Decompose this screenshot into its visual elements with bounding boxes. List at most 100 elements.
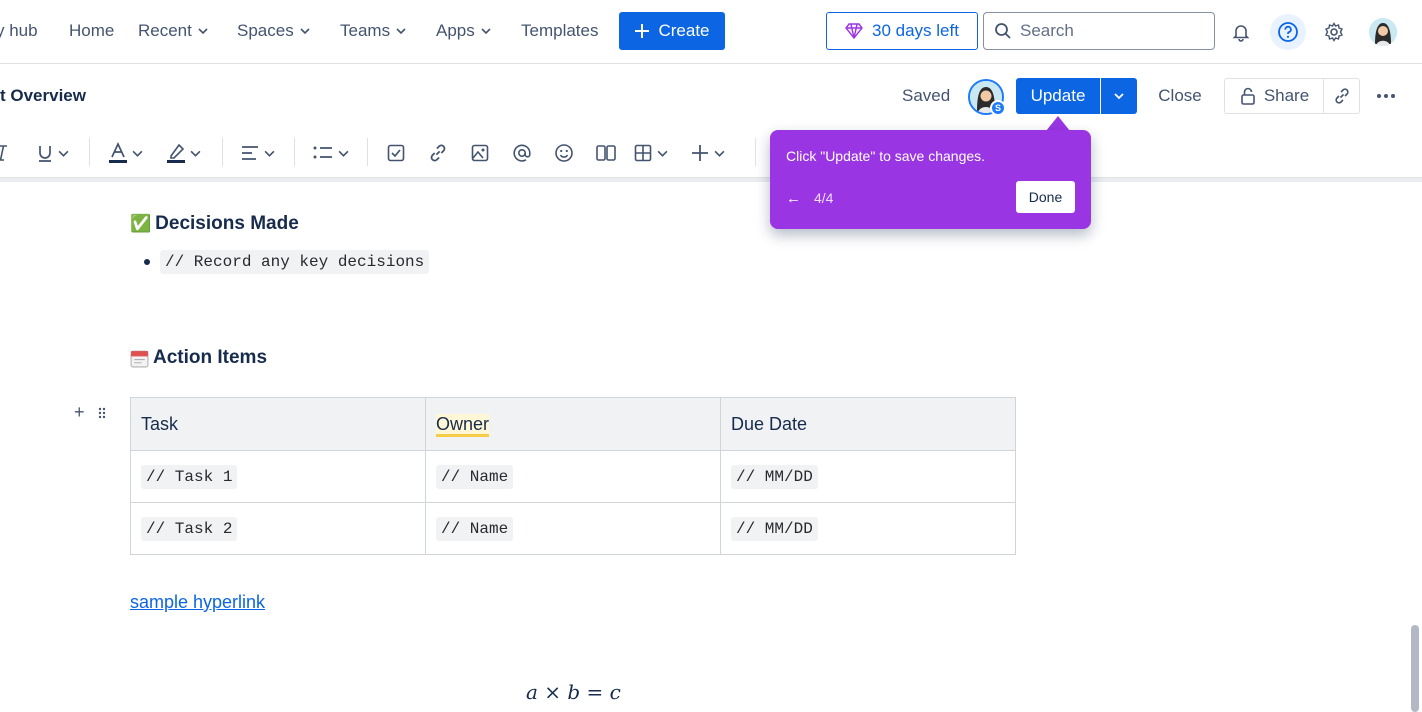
nav-label: Home (69, 21, 115, 40)
close-label: Close (1158, 86, 1202, 105)
help-button[interactable] (1270, 14, 1306, 50)
chevron-down-icon (338, 150, 349, 157)
nav-home[interactable]: Home (69, 18, 114, 44)
table-header-cell[interactable]: Task (130, 397, 426, 451)
search-placeholder: Search (1020, 21, 1074, 40)
share-label: Share (1263, 86, 1310, 105)
underline-button[interactable] (36, 141, 69, 165)
insert-link-button[interactable] (428, 141, 448, 165)
layout-button[interactable] (595, 141, 617, 165)
more-options-button[interactable] (1368, 78, 1404, 114)
text-color-button[interactable] (108, 141, 143, 165)
sample-hyperlink[interactable]: sample hyperlink (130, 592, 265, 613)
nav-spaces[interactable]: Spaces (237, 18, 310, 44)
table-cell[interactable]: // Name (425, 502, 721, 555)
drag-handle-icon[interactable] (97, 406, 107, 420)
avatar-image (1369, 18, 1397, 46)
chevron-down-icon (132, 150, 143, 157)
table-button[interactable] (633, 141, 668, 165)
copy-link-button[interactable] (1323, 78, 1360, 114)
align-left-icon (242, 146, 258, 160)
header-due-date: Due Date (731, 413, 808, 434)
update-options-button[interactable] (1101, 78, 1137, 114)
toolbar-divider (367, 138, 368, 166)
update-button[interactable]: Update (1016, 78, 1100, 114)
nav-label: Templates (521, 21, 599, 40)
trial-button[interactable]: 30 days left (826, 12, 978, 50)
mention-button[interactable] (512, 141, 532, 165)
help-icon (1278, 22, 1298, 42)
mention-icon (513, 144, 531, 162)
update-label: Update (1030, 86, 1086, 105)
chevron-down-icon (198, 28, 208, 35)
search-icon (995, 23, 1011, 39)
avatar (1369, 18, 1397, 46)
cell-task: // Task 2 (141, 516, 238, 541)
cell-due-date: // MM/DD (731, 464, 818, 489)
chevron-down-icon (1114, 93, 1124, 100)
chevron-down-icon (58, 150, 69, 157)
tooltip-text: Click "Update" to save changes. (786, 148, 986, 164)
task-button[interactable] (386, 141, 406, 165)
table-cell[interactable]: // Name (425, 450, 721, 503)
math-formula[interactable]: a × b = c (526, 680, 621, 704)
table-cell[interactable]: // Task 1 (130, 450, 426, 503)
table-header-cell[interactable]: Owner (425, 397, 721, 451)
insert-image-button[interactable] (470, 141, 490, 165)
italic-button[interactable] (0, 141, 8, 165)
settings-button[interactable] (1316, 14, 1352, 50)
search-input[interactable]: Search (983, 12, 1215, 50)
list-button[interactable] (312, 141, 349, 165)
align-button[interactable] (240, 141, 275, 165)
nav-teams[interactable]: Teams (340, 18, 406, 44)
table-header-cell[interactable]: Due Date (720, 397, 1016, 451)
table-cell[interactable]: // MM/DD (720, 502, 1016, 555)
create-button[interactable]: Create (619, 12, 725, 50)
create-label: Create (658, 21, 710, 40)
plus-icon (635, 24, 650, 38)
profile-button[interactable] (1365, 14, 1401, 50)
link-icon (430, 144, 446, 162)
action-items-table: Task Owner Due Date // Task 1 // Name //… (130, 397, 1016, 555)
decisions-heading: ✅ Decisions Made (130, 213, 299, 235)
bullet-list-icon (313, 146, 332, 159)
tooltip-arrow (1046, 116, 1070, 131)
table-cell[interactable]: // MM/DD (720, 450, 1016, 503)
chevron-down-icon (657, 150, 668, 157)
done-label: Done (1028, 189, 1063, 205)
collaborator-badge: S (990, 100, 1006, 116)
back-arrow-icon[interactable]: ← (786, 190, 801, 207)
table-cell[interactable]: // Task 2 (130, 502, 426, 555)
image-icon (471, 144, 489, 162)
action-items-heading-text: Action Items (153, 347, 268, 368)
check-emoji-icon: ✅ (130, 214, 152, 233)
highlight-button[interactable] (166, 141, 201, 165)
page-title: t Overview (0, 86, 86, 105)
emoji-button[interactable] (554, 141, 574, 165)
plus-icon (692, 145, 708, 161)
toolbar-divider (89, 138, 90, 166)
more-icon (1377, 94, 1395, 98)
header-owner: Owner (436, 413, 490, 437)
done-button[interactable]: Done (1016, 181, 1075, 213)
checkbox-icon (387, 144, 405, 162)
close-button[interactable]: Close (1146, 78, 1214, 114)
add-row-icon[interactable]: + (74, 402, 85, 423)
chevron-down-icon (714, 150, 725, 157)
list-item[interactable]: // Record any key decisions (144, 250, 430, 274)
table-row: // Task 2 // Name // MM/DD (130, 502, 1016, 555)
collaborator-avatar[interactable]: S (968, 79, 1006, 116)
nav-your-work[interactable]: y hub (0, 18, 38, 44)
underline-icon (39, 146, 51, 162)
notifications-button[interactable] (1223, 14, 1259, 50)
nav-label: Teams (340, 21, 391, 40)
share-button[interactable]: Share (1224, 78, 1324, 114)
vertical-scrollbar[interactable] (1411, 625, 1419, 712)
nav-recent[interactable]: Recent (138, 18, 208, 44)
nav-apps[interactable]: Apps (436, 18, 491, 44)
link-icon (1334, 88, 1349, 104)
insert-more-button[interactable] (690, 141, 725, 165)
nav-label: Recent (138, 21, 192, 40)
nav-label: Spaces (237, 21, 294, 40)
nav-templates[interactable]: Templates (521, 18, 598, 44)
